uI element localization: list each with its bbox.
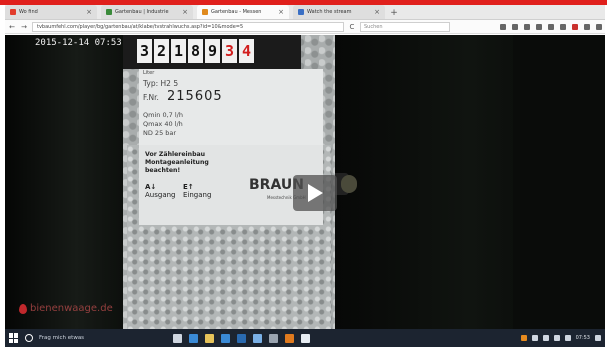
video-background-left <box>5 35 125 329</box>
play-button[interactable] <box>293 175 337 211</box>
tab-3-label: Gartenbau - Messen <box>211 9 262 15</box>
address-bar[interactable]: tvbaumfehl.com/player/bg/gartenbau/at/kl… <box>32 21 344 32</box>
video-player[interactable]: 3 2 1 8 9 3 4 Liter Typ: H2 5 F.Nr. 2156… <box>5 35 605 329</box>
extension-icon[interactable] <box>560 23 566 30</box>
label-qmax: Qmax 40 l/h <box>143 120 183 128</box>
tab-strip: Wo find × Gartenbau | Industrie × Garten… <box>5 5 605 20</box>
back-button[interactable]: ← <box>8 23 16 31</box>
tab-2-close-icon[interactable]: × <box>182 5 188 19</box>
tray-app-icon[interactable] <box>520 335 527 341</box>
settings-icon[interactable] <box>269 333 278 343</box>
network-icon[interactable] <box>542 335 549 341</box>
taskbar-search[interactable]: Frag mich etwas <box>39 335 157 341</box>
counter-digit: 1 <box>171 39 186 63</box>
store-icon[interactable] <box>221 333 230 343</box>
tab-4-close-icon[interactable]: × <box>374 5 380 19</box>
task-view-icon[interactable] <box>173 333 182 343</box>
warning-line-1: Vor Zählereinbau <box>145 151 206 158</box>
tab-3-favicon-icon <box>202 9 208 15</box>
photos-icon[interactable] <box>253 333 262 343</box>
download-icon[interactable] <box>536 23 542 30</box>
chevron-up-icon[interactable] <box>531 335 538 341</box>
navigation-bar: ← → tvbaumfehl.com/player/bg/gartenbau/a… <box>5 20 605 34</box>
tab-4[interactable]: Watch the stream × <box>293 5 385 19</box>
pocket-icon[interactable] <box>524 23 530 30</box>
play-icon <box>308 184 323 202</box>
toolbar-icons <box>500 23 602 30</box>
inlet-code: E↑ <box>183 183 194 191</box>
outlet-label: Ausgang <box>145 191 176 199</box>
new-tab-button[interactable]: + <box>389 7 399 19</box>
tab-4-favicon-icon <box>298 9 304 15</box>
tab-1-label: Wo find <box>19 9 38 15</box>
counter-digit: 2 <box>154 39 169 63</box>
video-background-wall <box>513 35 605 329</box>
counter-digit-red: 4 <box>239 39 254 63</box>
taskbar-clock[interactable]: 07:53 <box>576 335 590 341</box>
tab-2-favicon-icon <box>106 9 112 15</box>
home-icon[interactable] <box>548 23 554 30</box>
inlet-label: Eingang <box>183 191 212 199</box>
label-qmin: Qmin 0,7 l/h <box>143 111 183 119</box>
mail-icon[interactable] <box>237 333 246 343</box>
tab-2-label: Gartenbau | Industrie <box>115 9 169 15</box>
meter-counter: 3 2 1 8 9 3 4 <box>123 35 301 69</box>
label-typ: Typ: H2 5 <box>143 79 179 88</box>
watermark-text: bienenwaage.de <box>30 303 113 314</box>
addon-icon[interactable] <box>584 23 590 30</box>
counter-digit: 8 <box>188 39 203 63</box>
cortana-icon[interactable] <box>25 334 33 342</box>
screen: Wo find × Gartenbau | Industrie × Garten… <box>0 0 607 347</box>
search-input[interactable]: Suchen <box>360 21 450 32</box>
firefox-icon[interactable] <box>285 333 294 343</box>
word-icon[interactable] <box>301 333 310 343</box>
tab-1-favicon-icon <box>10 9 16 15</box>
system-tray: 07:53 <box>520 335 601 341</box>
tab-3-close-icon[interactable]: × <box>278 5 284 19</box>
drop-icon <box>19 303 27 314</box>
edge-icon[interactable] <box>189 333 198 343</box>
watermark-logo: bienenwaage.de <box>19 303 113 314</box>
pipe-knob <box>341 175 357 193</box>
counter-digit-red: 3 <box>222 39 237 63</box>
taskbar-apps <box>173 333 310 343</box>
outlet-code: A↓ <box>145 183 157 191</box>
counter-digit: 9 <box>205 39 220 63</box>
reload-button[interactable]: C <box>348 23 356 31</box>
video-timestamp: 2015-12-14 07:53 <box>35 38 122 48</box>
tab-1-close-icon[interactable]: × <box>86 5 92 19</box>
tab-4-label: Watch the stream <box>307 9 352 15</box>
forward-button[interactable]: → <box>20 23 28 31</box>
explorer-icon[interactable] <box>205 333 214 343</box>
bookmark-star-icon[interactable] <box>500 23 506 30</box>
tab-3-active[interactable]: Gartenbau - Messen × <box>197 5 289 19</box>
label-liter: Liter <box>143 70 155 76</box>
taskbar: Frag mich etwas 07:53 <box>5 329 605 347</box>
warning-line-2: Montageanleitung <box>145 159 209 166</box>
addon-red-icon[interactable] <box>572 23 578 30</box>
volume-icon[interactable] <box>553 335 560 341</box>
notifications-icon[interactable] <box>595 335 601 341</box>
warning-line-3: beachten! <box>145 167 181 174</box>
label-fnr-prefix: F.Nr. <box>143 93 159 102</box>
tab-2[interactable]: Gartenbau | Industrie × <box>101 5 193 19</box>
reading-list-icon[interactable] <box>512 23 518 30</box>
label-fnr: 215605 <box>167 89 223 104</box>
windows-start-icon[interactable] <box>9 333 19 343</box>
counter-digit: 3 <box>137 39 152 63</box>
tab-1[interactable]: Wo find × <box>5 5 97 19</box>
keyboard-icon[interactable] <box>564 335 571 341</box>
label-nd: ND 25 bar <box>143 129 177 137</box>
menu-icon[interactable] <box>596 23 602 30</box>
